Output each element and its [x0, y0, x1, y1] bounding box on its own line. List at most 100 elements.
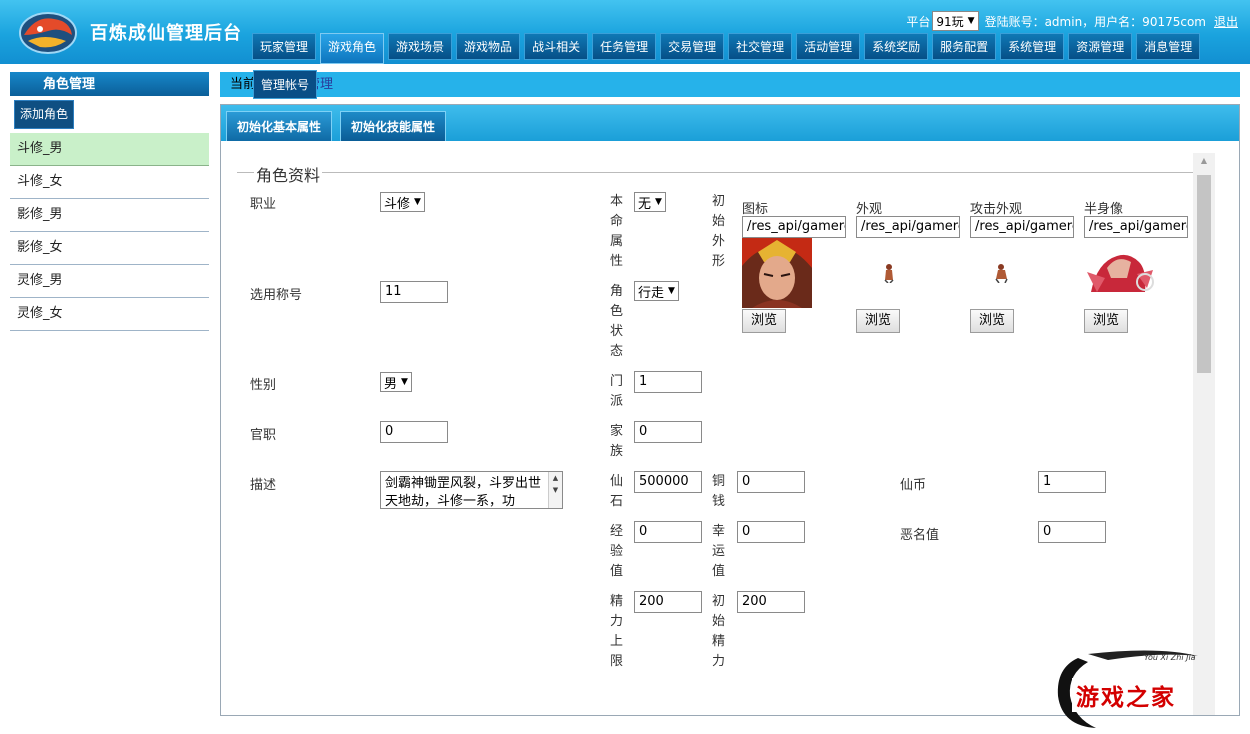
profession-label: 职业: [250, 197, 277, 212]
natal-attribute-select[interactable]: 无 ▼: [634, 192, 666, 212]
appearance-column-label: 外观: [856, 202, 883, 217]
immortal-coin-input[interactable]: 1: [1038, 471, 1106, 493]
chevron-down-icon: ▼: [967, 16, 975, 26]
sidebar: 角色管理 添加角色 斗修_男 斗修_女 影修_男 影修_女 灵修_男 灵修_女: [10, 72, 209, 331]
nav-item[interactable]: 系统奖励: [864, 33, 929, 60]
spirit-stone-label: 仙石: [610, 474, 624, 509]
profession-select[interactable]: 斗修 ▼: [380, 192, 425, 212]
account-info: 登陆账号：admin，用户名：90175com: [984, 14, 1206, 29]
top-header: 百炼成仙管理后台 平台 91玩 ▼ 登陆账号：admin，用户名：90175co…: [0, 0, 1250, 64]
attack-sprite-image: [995, 264, 1008, 283]
initial-appearance-label: 初始外形: [712, 194, 726, 269]
nav-item[interactable]: 系统管理: [1000, 33, 1065, 60]
role-state-label: 角色状态: [610, 284, 624, 359]
initial-energy-label: 初始精力: [712, 594, 726, 669]
nav-item[interactable]: 交易管理: [660, 33, 725, 60]
platform-select[interactable]: 91玩 ▼: [932, 11, 979, 31]
add-role-button[interactable]: 添加角色: [14, 100, 74, 129]
attack-appearance-path-input[interactable]: /res_api/gamere: [970, 216, 1074, 238]
role-form: 角色资料 职业 斗修 ▼ 选用称号 11 性别 男 ▼ 官职 0 描述 剑霸神锄罡风…: [221, 141, 1215, 715]
nav-item[interactable]: 服务配置: [932, 33, 997, 60]
description-text: 剑霸神锄罡风裂，斗罗出世天地劫，斗修一系，功: [385, 476, 542, 509]
tab-bar: 初始化基本属性 初始化技能属性: [221, 105, 1239, 141]
nav-item[interactable]: 战斗相关: [524, 33, 589, 60]
role-list-item[interactable]: 灵修_男: [10, 265, 209, 298]
sect-input[interactable]: 1: [634, 371, 702, 393]
attack-appearance-browse-button[interactable]: 浏览: [970, 309, 1014, 333]
energy-max-label: 精力上限: [610, 594, 624, 669]
breadcrumb: 当前色管理: [220, 72, 1240, 97]
nav-item[interactable]: 社交管理: [728, 33, 793, 60]
appearance-path-input[interactable]: /res_api/gamere: [856, 216, 960, 238]
bust-path-input[interactable]: /res_api/gamere: [1084, 216, 1188, 238]
profession-select-value: 斗修: [384, 196, 411, 212]
nav-item[interactable]: 游戏场景: [388, 33, 453, 60]
nav-item[interactable]: 资源管理: [1068, 33, 1133, 60]
immortal-coin-label: 仙币: [900, 478, 927, 493]
sect-label: 门派: [610, 374, 624, 409]
role-list-item[interactable]: 斗修_男: [10, 133, 209, 166]
copper-input[interactable]: 0: [737, 471, 805, 493]
icon-column-label: 图标: [742, 202, 769, 217]
sidebar-title: 角色管理: [10, 72, 209, 96]
family-input[interactable]: 0: [634, 421, 702, 443]
nav-item[interactable]: 消息管理: [1136, 33, 1201, 60]
icon-browse-button[interactable]: 浏览: [742, 309, 786, 333]
tab-skill-attributes[interactable]: 初始化技能属性: [340, 111, 447, 141]
nav-item[interactable]: 玩家管理: [252, 33, 317, 60]
copper-label: 铜钱: [712, 474, 726, 509]
nav-item[interactable]: 游戏角色: [320, 33, 385, 64]
role-list: 斗修_男 斗修_女 影修_男 影修_女 灵修_男 灵修_女: [10, 133, 209, 331]
watermark-text: 游戏之家: [1072, 678, 1180, 712]
bust-browse-button[interactable]: 浏览: [1084, 309, 1128, 333]
main-nav: 玩家管理 游戏角色 游戏场景 游戏物品 战斗相关 任务管理 交易管理 社交管理 活动管理 系统奖励…: [252, 33, 1204, 64]
spirit-stone-input[interactable]: 500000: [634, 471, 702, 493]
scrollbar-thumb[interactable]: [1197, 175, 1211, 373]
role-state-select[interactable]: 行走 ▼: [634, 281, 679, 301]
main-panel: 初始化基本属性 初始化技能属性 角色资料 职业 斗修 ▼ 选用称号 11 性别 男…: [220, 104, 1240, 716]
experience-input[interactable]: 0: [634, 521, 702, 543]
luck-label: 幸运值: [712, 524, 726, 579]
role-list-item[interactable]: 影修_女: [10, 232, 209, 265]
role-state-value: 行走: [638, 285, 665, 301]
role-list-item[interactable]: 斗修_女: [10, 166, 209, 199]
icon-path-input[interactable]: /res_api/gamere: [742, 216, 846, 238]
description-textarea[interactable]: 剑霸神锄罡风裂，斗罗出世天地劫，斗修一系，功 ▲ ▼: [380, 471, 563, 509]
energy-max-input[interactable]: 200: [634, 591, 702, 613]
appearance-sprite-image: [884, 264, 894, 283]
scroll-up-icon[interactable]: ▲: [1193, 153, 1215, 169]
appearance-browse-button[interactable]: 浏览: [856, 309, 900, 333]
form-scrollbar[interactable]: ▲: [1193, 153, 1215, 715]
infamy-input[interactable]: 0: [1038, 521, 1106, 543]
tab-basic-attributes[interactable]: 初始化基本属性: [226, 111, 333, 141]
nav-item[interactable]: 活动管理: [796, 33, 861, 60]
natal-attribute-label: 本命属性: [610, 194, 624, 269]
watermark-script: You Xi Zhi Jia: [1144, 653, 1196, 662]
title-choice-input[interactable]: 11: [380, 281, 448, 303]
luck-input[interactable]: 0: [737, 521, 805, 543]
textarea-scrollbar[interactable]: ▲ ▼: [548, 472, 562, 508]
gender-label: 性别: [250, 378, 277, 393]
description-label: 描述: [250, 478, 277, 493]
role-list-item[interactable]: 影修_男: [10, 199, 209, 232]
app-title: 百炼成仙管理后台: [90, 23, 242, 44]
official-rank-label: 官职: [250, 428, 277, 443]
title-choice-label: 选用称号: [250, 288, 303, 303]
platform-select-value: 91玩: [936, 14, 964, 29]
infamy-label: 恶名值: [900, 528, 940, 543]
submenu-item-manage-account[interactable]: 管理帐号: [253, 70, 318, 99]
initial-energy-input[interactable]: 200: [737, 591, 805, 613]
chevron-down-icon: ▼: [668, 286, 675, 296]
app-root: 百炼成仙管理后台 平台 91玩 ▼ 登陆账号：admin，用户名：90175co…: [0, 0, 1250, 734]
logout-link[interactable]: 退出: [1214, 13, 1238, 30]
attack-appearance-column-label: 攻击外观: [970, 202, 1023, 217]
site-watermark: You Xi Zhi Jia 游戏之家: [1048, 644, 1244, 732]
bust-portrait-image: [1087, 254, 1154, 292]
gender-select[interactable]: 男 ▼: [380, 372, 412, 392]
nav-item[interactable]: 游戏物品: [456, 33, 521, 60]
official-rank-input[interactable]: 0: [380, 421, 448, 443]
nav-item[interactable]: 任务管理: [592, 33, 657, 60]
role-list-item[interactable]: 灵修_女: [10, 298, 209, 331]
bust-column-label: 半身像: [1084, 202, 1124, 217]
section-divider: [237, 172, 1209, 173]
